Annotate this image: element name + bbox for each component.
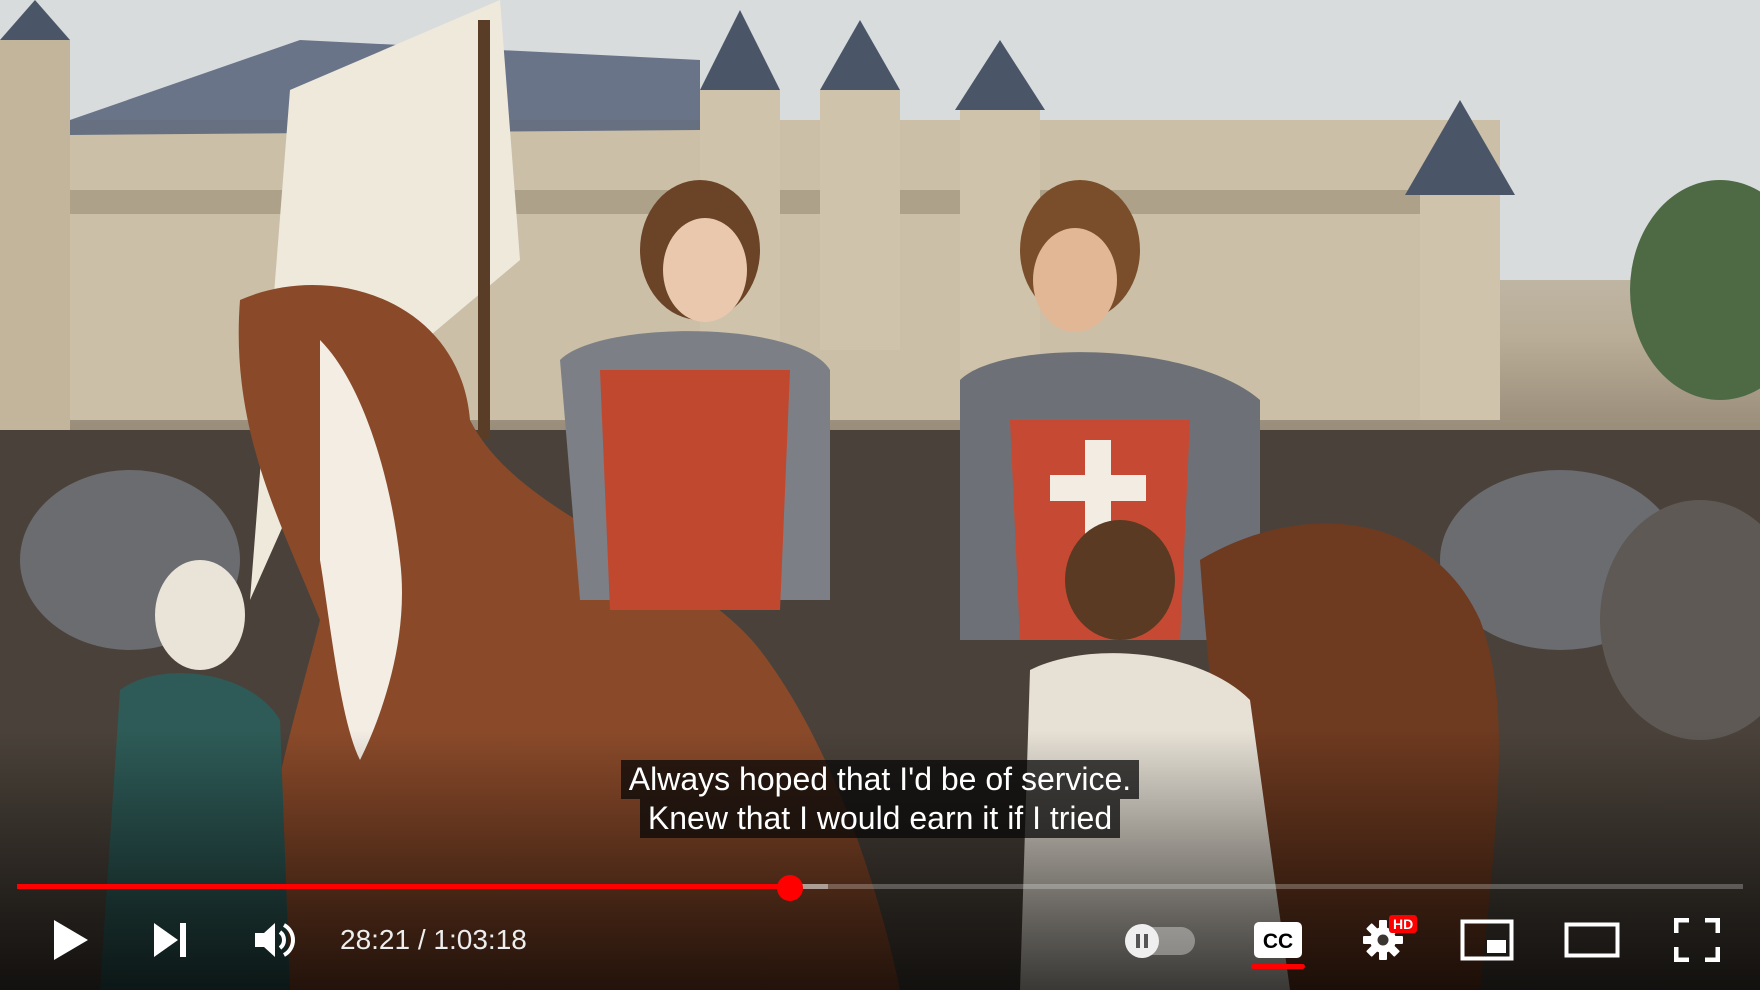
- subtitles-button[interactable]: CC: [1245, 905, 1311, 975]
- progress-played: [17, 884, 791, 889]
- next-button[interactable]: [140, 905, 200, 975]
- play-button[interactable]: [40, 905, 100, 975]
- mute-button[interactable]: [245, 905, 305, 975]
- current-time: 28:21: [340, 924, 411, 955]
- volume-icon: [255, 923, 295, 957]
- progress-bar[interactable]: [17, 875, 1743, 901]
- time-separator: /: [410, 924, 434, 955]
- theater-icon: [1564, 922, 1620, 958]
- duration: 1:03:18: [433, 924, 527, 955]
- cc-icon: CC: [1254, 922, 1302, 958]
- autoplay-toggle[interactable]: [1125, 924, 1195, 958]
- fullscreen-icon: [1674, 918, 1720, 962]
- caption-window: Always hoped that I'd be of service. Kne…: [0, 760, 1760, 838]
- pause-icon: [1136, 934, 1148, 948]
- play-icon: [54, 920, 88, 960]
- miniplayer-icon: [1460, 919, 1514, 961]
- caption-line-2: Knew that I would earn it if I tried: [639, 799, 1121, 838]
- fullscreen-button[interactable]: [1665, 905, 1729, 975]
- subtitles-active-indicator: [1251, 964, 1305, 969]
- control-bar: 28:21 / 1:03:18 CC HD: [0, 905, 1760, 975]
- miniplayer-button[interactable]: [1455, 905, 1519, 975]
- next-icon: [154, 923, 186, 957]
- video-player[interactable]: Always hoped that I'd be of service. Kne…: [0, 0, 1760, 990]
- caption-line-1: Always hoped that I'd be of service.: [620, 760, 1140, 799]
- time-display: 28:21 / 1:03:18: [340, 905, 527, 975]
- autoplay-knob: [1125, 924, 1159, 958]
- hd-badge: HD: [1389, 915, 1418, 933]
- svg-text:CC: CC: [1263, 930, 1293, 953]
- theater-mode-button[interactable]: [1560, 905, 1624, 975]
- settings-button[interactable]: HD: [1355, 905, 1418, 975]
